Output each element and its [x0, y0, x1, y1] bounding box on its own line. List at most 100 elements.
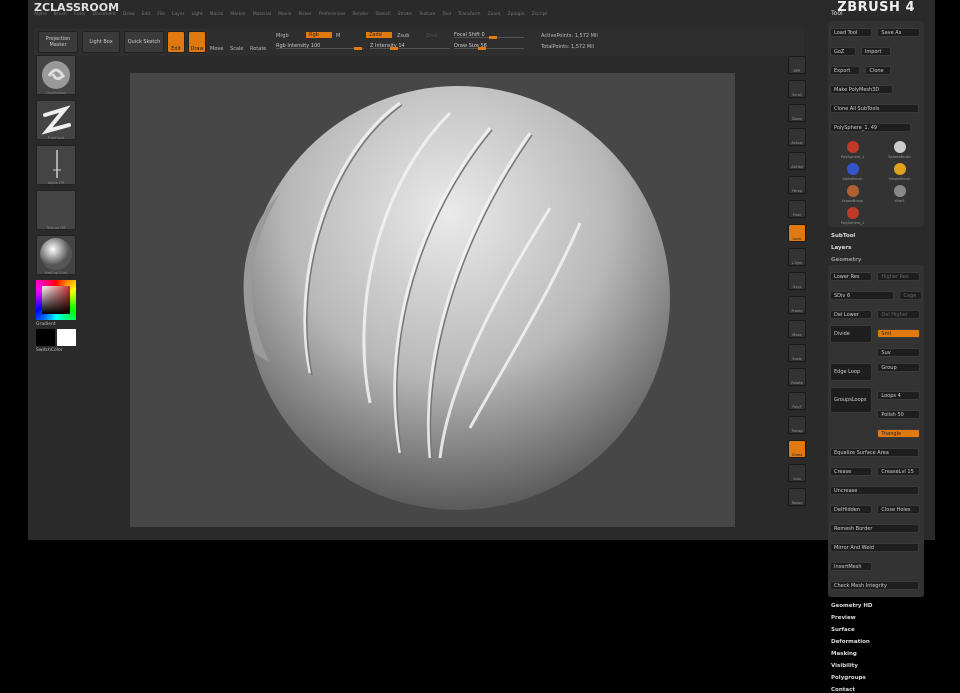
color-picker[interactable] — [36, 280, 76, 320]
draw-button[interactable]: Draw — [188, 31, 206, 53]
check-mesh-integrity-button[interactable]: Check Mesh Integrity — [830, 581, 920, 590]
quick-sketch-button[interactable]: Quick Sketch — [124, 31, 164, 53]
shelf-aahalf-button[interactable]: AAHalf — [788, 152, 806, 170]
projection-master-button[interactable]: Projection Master — [38, 31, 78, 53]
geometry-section[interactable]: Geometry — [831, 257, 926, 263]
zcut-button[interactable]: Zcut — [426, 33, 437, 39]
menu-stencil[interactable]: Stencil — [375, 12, 390, 17]
higher-res-button[interactable]: Higher Res — [877, 272, 920, 281]
material-selector[interactable]: MatCap Gray — [36, 235, 76, 275]
mirror-and-weld-button[interactable]: Mirror And Weld — [830, 543, 920, 552]
shelf-gxyz-button[interactable]: Gxyz — [788, 272, 806, 290]
shelf-transp-button[interactable]: Transp — [788, 416, 806, 434]
crease-button[interactable]: Crease — [830, 467, 873, 476]
section-polygroups[interactable]: Polygroups — [831, 675, 926, 681]
menu-stroke[interactable]: Stroke — [398, 12, 412, 17]
shelf-bpr-button[interactable]: BPR — [788, 56, 806, 74]
del-lower-button[interactable]: Del Lower — [830, 310, 873, 319]
stroke-selector[interactable]: FreeHand — [36, 100, 76, 140]
menu-alpha[interactable]: Alpha — [34, 12, 47, 17]
save-as-button[interactable]: Save As — [877, 28, 920, 37]
shelf-scale-button[interactable]: Scale — [788, 344, 806, 362]
color-swatches[interactable] — [36, 329, 81, 346]
triangle-toggle[interactable]: Triangle — [877, 429, 920, 438]
close-holes-button[interactable]: Close Holes — [877, 505, 920, 514]
brush-selector[interactable]: ClayBuildup — [36, 55, 76, 95]
cage-button[interactable]: Cage — [899, 291, 922, 300]
tool-thumbnail[interactable]: SphereBrush — [877, 139, 922, 159]
texture-selector[interactable]: Texture Off — [36, 190, 76, 230]
rgb-button[interactable]: Rgb — [306, 32, 332, 38]
shelf-rotate-button[interactable]: Rotate — [788, 368, 806, 386]
shelf-ghost-button[interactable]: Ghost — [788, 440, 806, 458]
suv-toggle[interactable]: Suv — [877, 348, 920, 357]
m-button[interactable]: M — [336, 33, 340, 39]
menu-color[interactable]: Color — [74, 12, 86, 17]
shelf-zoom-button[interactable]: Zoom — [788, 104, 806, 122]
menu-render[interactable]: Render — [352, 12, 368, 17]
del-higher-button[interactable]: Del Higher — [877, 310, 920, 319]
menu-layer[interactable]: Layer — [172, 12, 185, 17]
menu-light[interactable]: Light — [191, 12, 202, 17]
section-surface[interactable]: Surface — [831, 627, 926, 633]
edit-button[interactable]: Edit — [167, 31, 185, 53]
shelf-persp-button[interactable]: Persp — [788, 176, 806, 194]
tool-thumbnail[interactable]: Wire3 — [877, 183, 922, 203]
menu-marker[interactable]: Marker — [230, 12, 246, 17]
shelf-frame-button[interactable]: Frame — [788, 296, 806, 314]
group-toggle[interactable]: Group — [877, 363, 920, 372]
shelf-polyf-button[interactable]: PolyF — [788, 392, 806, 410]
menu-zoom[interactable]: Zoom — [488, 12, 501, 17]
remesh-border-button[interactable]: Remesh Border — [830, 524, 920, 533]
shelf-lsym-button[interactable]: L.Sym — [788, 248, 806, 266]
insert-mesh-button[interactable]: InsertMesh — [830, 562, 873, 571]
export-button[interactable]: Export — [830, 66, 861, 75]
clone-all-subtools-button[interactable]: Clone All SubTools — [830, 104, 920, 113]
zsub-button[interactable]: Zsub — [397, 33, 409, 39]
shelf-scroll-button[interactable]: Scroll — [788, 80, 806, 98]
shelf-xpose-button[interactable]: Xpose — [788, 488, 806, 506]
divide-button[interactable]: Divide — [830, 325, 873, 343]
uncrease-button[interactable]: Uncrease — [830, 486, 920, 495]
menu-material[interactable]: Material — [253, 12, 271, 17]
lower-res-button[interactable]: Lower Res — [830, 272, 873, 281]
layers-section[interactable]: Layers — [831, 245, 926, 251]
load-tool-button[interactable]: Load Tool — [830, 28, 873, 37]
menu-brush[interactable]: Brush — [54, 12, 67, 17]
document-canvas[interactable] — [130, 73, 735, 527]
alpha-selector[interactable]: Alpha Off — [36, 145, 76, 185]
shelf-floor-button[interactable]: Floor — [788, 200, 806, 218]
edge-loop-button[interactable]: Edge Loop — [830, 363, 873, 381]
zadd-button[interactable]: Zadd — [366, 32, 392, 38]
groupsloops-button[interactable]: GroupsLoops — [830, 387, 873, 413]
loops-slider[interactable]: Loops 4 — [877, 391, 920, 400]
light-box-button[interactable]: Light Box — [82, 31, 120, 53]
section-contact[interactable]: Contact — [831, 687, 926, 693]
shelf-solo-button[interactable]: Solo — [788, 464, 806, 482]
menu-macro[interactable]: Macro — [210, 12, 224, 17]
menu-file[interactable]: File — [157, 12, 165, 17]
equalize-surface-area-button[interactable]: Equalize Surface Area — [830, 448, 920, 457]
switch-color-button[interactable]: SwitchColor — [36, 348, 81, 353]
section-geometry-hd[interactable]: Geometry HD — [831, 603, 926, 609]
menu-tool[interactable]: Tool — [442, 12, 451, 17]
del-hidden-button[interactable]: DelHidden — [830, 505, 873, 514]
menu-transform[interactable]: Transform — [458, 12, 480, 17]
crease-level-slider[interactable]: CreaseLvl 15 — [877, 467, 920, 476]
menu-preferences[interactable]: Preferences — [319, 12, 345, 17]
rotate-button[interactable]: Rotate — [250, 46, 266, 52]
menu-zplugin[interactable]: Zplugin — [508, 12, 525, 17]
mrgb-button[interactable]: Mrgb — [276, 33, 289, 39]
tool-thumbnail[interactable]: PolySphere_1 — [830, 205, 875, 225]
smt-toggle[interactable]: Smt — [877, 329, 920, 338]
tool-thumbnail[interactable]: SimpleBrush — [877, 161, 922, 181]
z-intensity-slider[interactable]: Z Intensity 14 — [370, 43, 450, 50]
shelf-local-button[interactable]: Local — [788, 224, 806, 242]
move-button[interactable]: Move — [210, 46, 223, 52]
tool-header[interactable]: Tool — [831, 10, 926, 17]
polish-slider[interactable]: Polish 50 — [877, 410, 920, 419]
section-deformation[interactable]: Deformation — [831, 639, 926, 645]
sdiv-slider[interactable]: SDiv 6 — [830, 291, 895, 300]
section-masking[interactable]: Masking — [831, 651, 926, 657]
rgb-intensity-slider[interactable]: Rgb Intensity 100 — [276, 43, 364, 50]
